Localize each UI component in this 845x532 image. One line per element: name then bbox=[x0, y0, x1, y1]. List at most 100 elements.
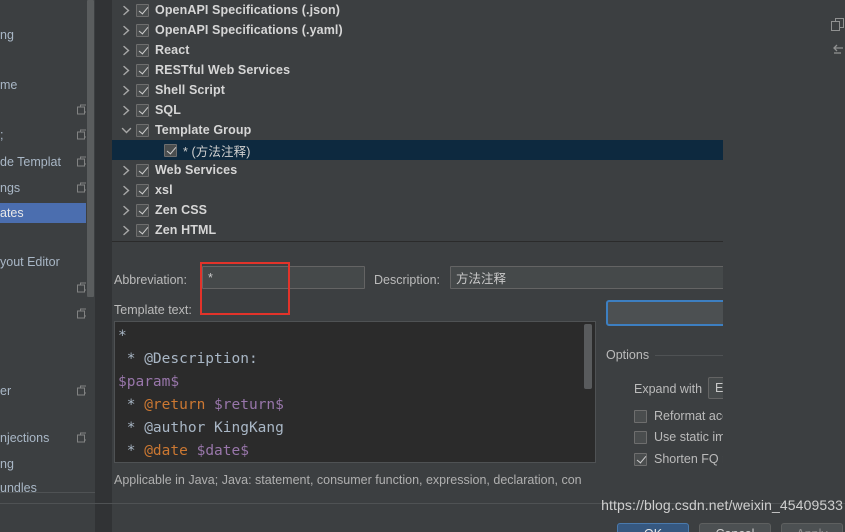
tree-item-label: Template Group bbox=[155, 123, 252, 137]
sidebar-item-label: ates bbox=[0, 206, 24, 220]
sidebar-item-label: njections bbox=[0, 431, 50, 445]
sidebar-scrollbar-thumb[interactable] bbox=[87, 0, 94, 297]
code-line: * bbox=[118, 325, 595, 348]
tree-item-checkbox[interactable] bbox=[136, 223, 149, 237]
option-checkbox[interactable] bbox=[634, 452, 647, 466]
sidebar-item[interactable]: me bbox=[0, 75, 95, 95]
tree-item-label: xsl bbox=[155, 183, 173, 197]
code-line: * @Description: bbox=[118, 348, 595, 371]
panel-gutter bbox=[95, 0, 112, 532]
tree-item-label: Zen CSS bbox=[155, 203, 208, 217]
tree-item-label: React bbox=[155, 43, 190, 57]
chevron-right-icon[interactable] bbox=[116, 60, 136, 80]
sidebar-item[interactable]: de Templat bbox=[0, 152, 95, 172]
sidebar-item[interactable]: ng bbox=[0, 454, 95, 474]
tree-item-checkbox[interactable] bbox=[136, 23, 149, 37]
tree-item-label: RESTful Web Services bbox=[155, 63, 291, 77]
option-checkbox[interactable] bbox=[634, 409, 647, 423]
sidebar-item-label: er bbox=[0, 384, 12, 398]
expand-with-label: Expand with bbox=[634, 382, 703, 396]
sidebar-item-label: ngs bbox=[0, 181, 21, 195]
template-text-label: Template text: bbox=[114, 303, 192, 317]
template-text-editor[interactable]: * * @Description: $param$ * @return $ret… bbox=[114, 321, 596, 463]
tree-item-checkbox[interactable] bbox=[136, 3, 149, 17]
tree-item-label: Web Services bbox=[155, 163, 238, 177]
code-token: $date$ bbox=[196, 443, 249, 459]
sidebar-item[interactable]: yout Editor bbox=[0, 252, 95, 272]
options-group-title: Options bbox=[606, 348, 656, 362]
sidebar-item[interactable]: er bbox=[0, 381, 95, 401]
tree-item-checkbox[interactable] bbox=[136, 103, 149, 117]
sidebar-item[interactable]: njections bbox=[0, 428, 95, 448]
tree-item-label: Shell Script bbox=[155, 83, 225, 97]
code-token: * @Description: bbox=[118, 351, 267, 367]
code-token: * bbox=[118, 397, 145, 413]
tree-item-checkbox[interactable] bbox=[136, 183, 149, 197]
code-line: * @author KingKang bbox=[118, 417, 595, 440]
sidebar-item[interactable] bbox=[0, 100, 95, 120]
tree-item-label: * (方法注释) bbox=[183, 144, 251, 159]
sidebar-item[interactable] bbox=[0, 278, 95, 298]
code-token: $param$ bbox=[118, 374, 180, 390]
copy-settings-icon[interactable] bbox=[831, 18, 845, 32]
chevron-right-icon[interactable] bbox=[116, 80, 136, 100]
abbreviation-label: Abbreviation: bbox=[114, 273, 187, 287]
chevron-down-icon[interactable] bbox=[116, 120, 136, 140]
sidebar-item-label: de Templat bbox=[0, 155, 61, 169]
code-token: $return$ bbox=[214, 397, 284, 413]
sidebar-item[interactable] bbox=[0, 304, 95, 324]
chevron-right-icon[interactable] bbox=[116, 0, 136, 20]
option-checkbox[interactable] bbox=[634, 430, 647, 444]
right-rail bbox=[723, 0, 845, 532]
chevron-right-icon[interactable] bbox=[116, 220, 136, 240]
sidebar-item-label: yout Editor bbox=[0, 255, 60, 269]
editor-scrollbar-thumb[interactable] bbox=[584, 324, 592, 389]
description-label: Description: bbox=[374, 273, 440, 287]
sidebar-item-label: ; bbox=[0, 128, 4, 142]
chevron-right-icon[interactable] bbox=[116, 200, 136, 220]
tree-item-label: Zen HTML bbox=[155, 223, 217, 237]
chevron-right-icon[interactable] bbox=[116, 100, 136, 120]
tree-item-checkbox[interactable] bbox=[136, 83, 149, 97]
code-token: * @author KingKang bbox=[118, 420, 284, 436]
sidebar-item[interactable]: ng bbox=[0, 25, 95, 45]
chevron-right-icon[interactable] bbox=[116, 20, 136, 40]
tree-item-checkbox[interactable] bbox=[136, 203, 149, 217]
tree-item-checkbox[interactable] bbox=[136, 163, 149, 177]
sidebar-item-label: ng bbox=[0, 457, 14, 471]
tree-item-checkbox[interactable] bbox=[136, 63, 149, 77]
chevron-right-icon[interactable] bbox=[116, 160, 136, 180]
code-line: $param$ bbox=[118, 371, 595, 394]
sidebar-item[interactable]: ates bbox=[0, 203, 95, 223]
ok-button[interactable]: OK bbox=[617, 523, 689, 532]
sidebar-item-label: me bbox=[0, 78, 18, 92]
chevron-right-icon[interactable] bbox=[116, 180, 136, 200]
watermark-url: https://blog.csdn.net/weixin_45409533 bbox=[601, 497, 843, 513]
code-line: * @date $date$ bbox=[118, 440, 595, 462]
code-token: @return bbox=[144, 397, 206, 413]
abbreviation-input[interactable]: * bbox=[202, 266, 365, 289]
tree-item-label: OpenAPI Specifications (.json) bbox=[155, 3, 340, 17]
sidebar-item[interactable]: ; bbox=[0, 125, 95, 145]
sidebar-item[interactable]: undles bbox=[0, 478, 95, 493]
code-line: * @return $return$ bbox=[118, 394, 595, 417]
tree-item-checkbox[interactable] bbox=[136, 123, 149, 137]
applicable-context-text: Applicable in Java; Java: statement, con… bbox=[114, 473, 582, 487]
sidebar-item-label: ng bbox=[0, 28, 14, 42]
tree-item-checkbox[interactable] bbox=[136, 43, 149, 57]
tree-item-checkbox[interactable] bbox=[164, 143, 177, 157]
code-token: * bbox=[118, 443, 145, 459]
code-token: * bbox=[118, 328, 127, 344]
arrow-left-icon[interactable] bbox=[831, 42, 845, 56]
live-templates-dialog: ng me; de Templat ngs ates yout Editor er nject… bbox=[0, 0, 845, 532]
settings-sidebar[interactable]: ng me; de Templat ngs ates yout Editor er nject… bbox=[0, 0, 95, 493]
apply-button[interactable]: Apply bbox=[781, 523, 843, 532]
tree-item-label: SQL bbox=[155, 103, 181, 117]
sidebar-divider bbox=[0, 492, 95, 493]
chevron-right-icon[interactable] bbox=[116, 40, 136, 60]
sidebar-item[interactable]: ngs bbox=[0, 178, 95, 198]
cancel-button[interactable]: Cancel bbox=[699, 523, 771, 532]
